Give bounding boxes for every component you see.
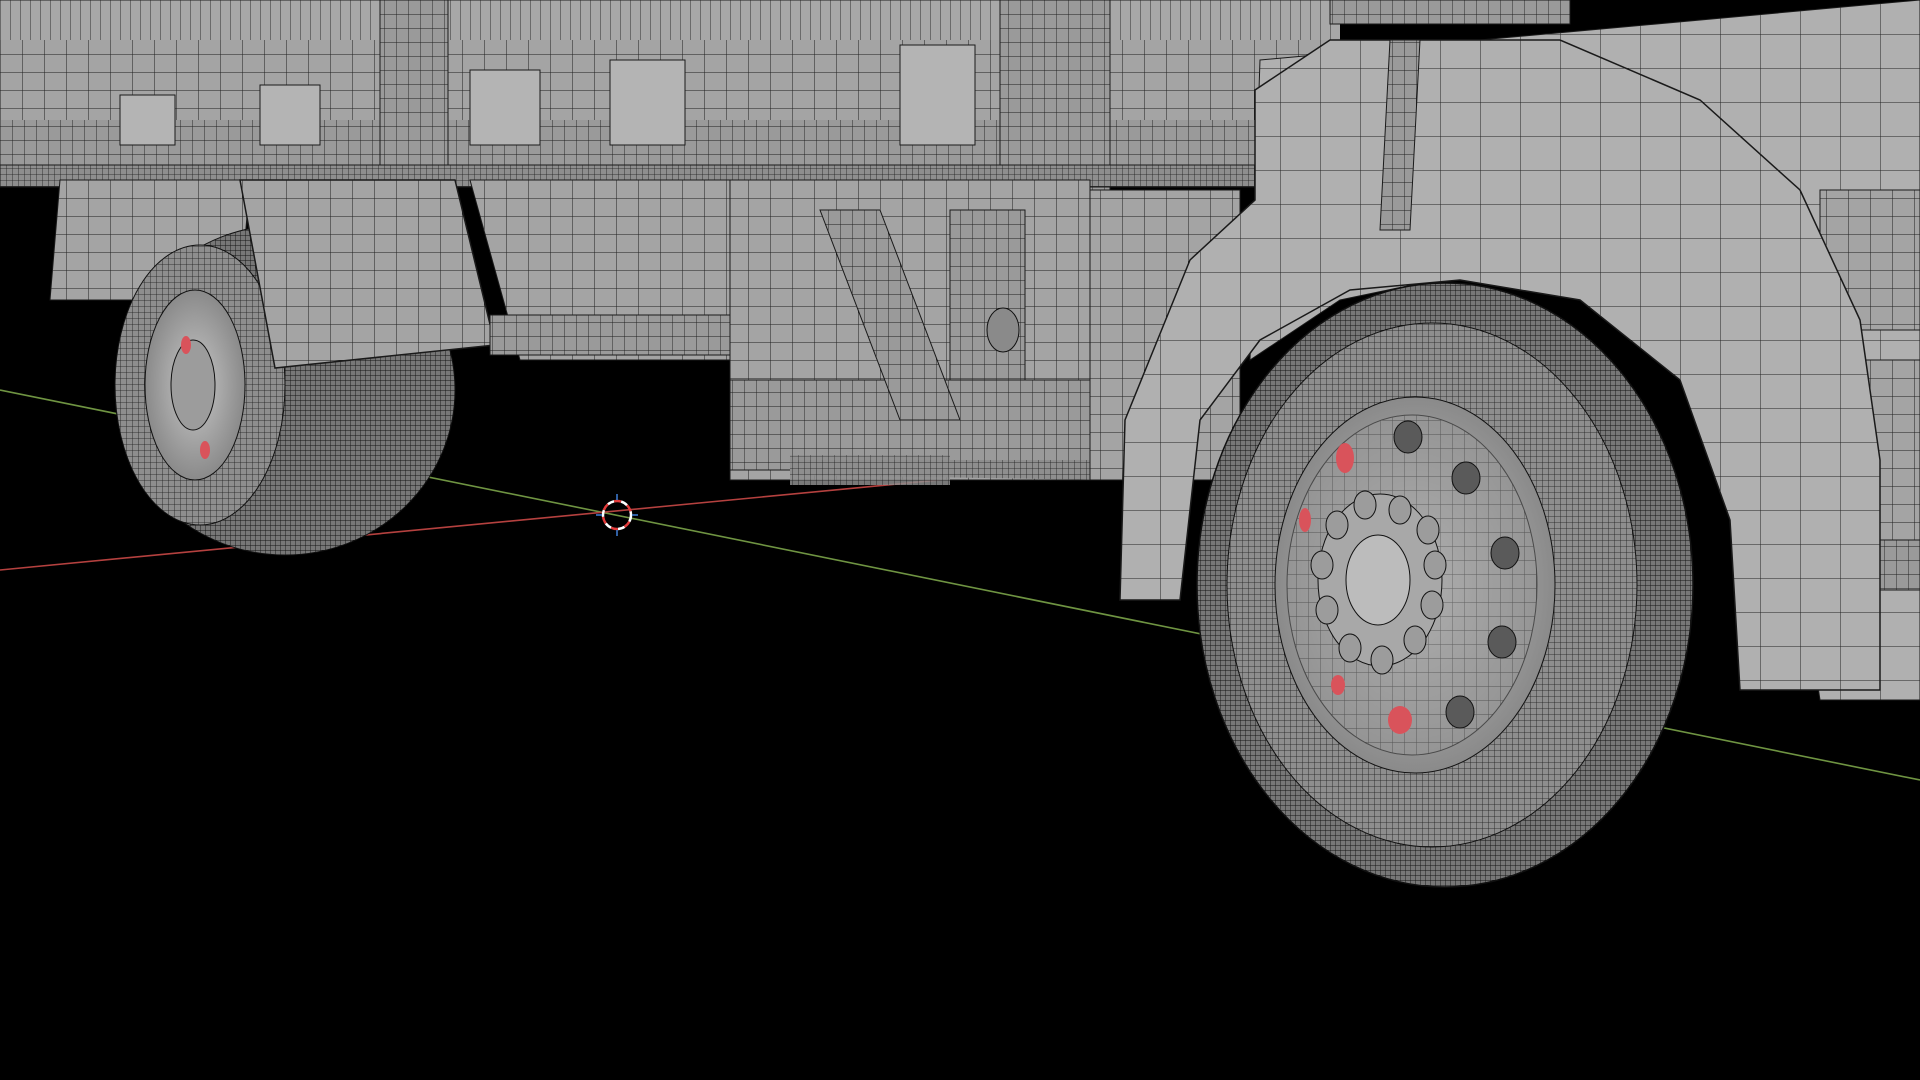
selected-face — [1331, 675, 1345, 695]
scene-canvas[interactable] — [0, 0, 1920, 1080]
front-wheel[interactable] — [1196, 282, 1694, 888]
truck-cargo-bed[interactable] — [0, 0, 1340, 201]
selected-face — [1299, 508, 1311, 532]
selected-face — [1388, 706, 1412, 734]
3d-viewport[interactable] — [0, 0, 1920, 1080]
selected-face — [181, 336, 191, 354]
side-step[interactable] — [790, 455, 950, 485]
selected-face — [1336, 443, 1354, 473]
selected-face — [200, 441, 210, 459]
mud-flap[interactable] — [239, 179, 496, 369]
